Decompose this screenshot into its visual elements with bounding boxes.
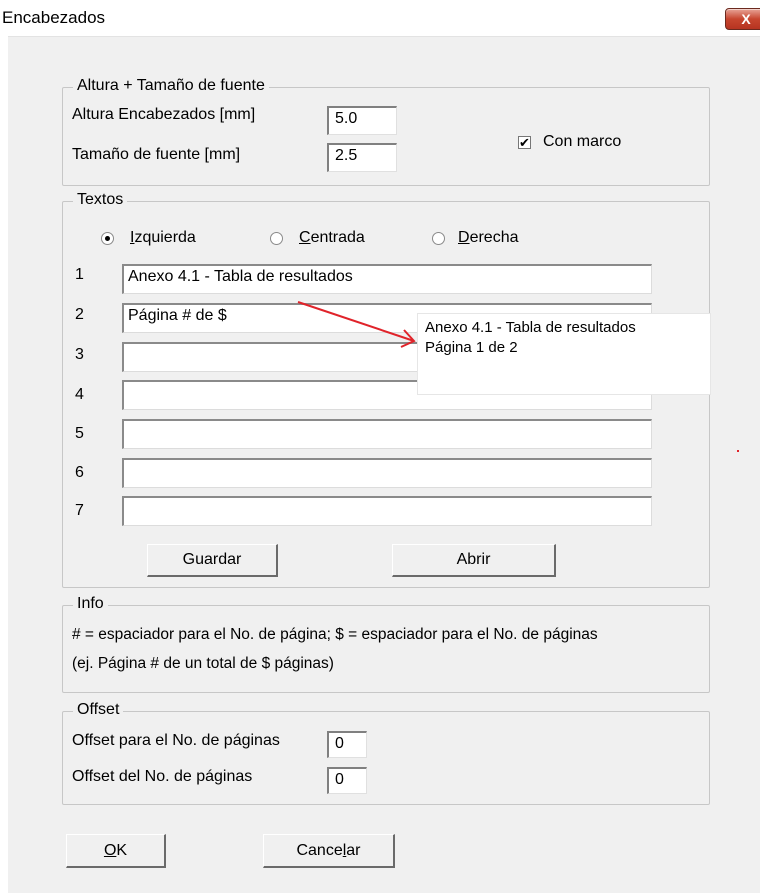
offset-page-input[interactable]: 0	[327, 767, 367, 794]
group-offset: Offset	[62, 701, 710, 805]
ok-button[interactable]: OK	[66, 834, 166, 868]
group-info: Info	[62, 595, 710, 693]
info-line-2: (ej. Página # de un total de $ páginas)	[72, 655, 334, 672]
group-offset-legend: Offset	[73, 701, 124, 719]
offset-pages-label: Offset para el No. de páginas	[72, 732, 280, 749]
cancel-button[interactable]: Cancelar	[263, 834, 395, 868]
offset-page-label: Offset del No. de páginas	[72, 768, 253, 785]
group-info-legend: Info	[73, 595, 108, 613]
offset-pages-input[interactable]: 0	[327, 731, 367, 758]
info-line-1: # = espaciador para el No. de página; $ …	[72, 626, 598, 643]
